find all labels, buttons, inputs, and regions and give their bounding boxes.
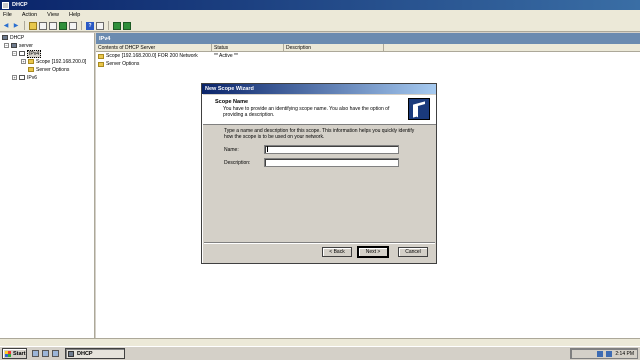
volume-icon[interactable] bbox=[606, 350, 613, 357]
task-label: DHCP bbox=[77, 350, 93, 357]
back-arrow-icon[interactable]: ◀ bbox=[2, 22, 10, 30]
description-field[interactable] bbox=[264, 158, 399, 167]
ipv6-icon bbox=[19, 75, 25, 80]
windows-logo-icon bbox=[5, 350, 11, 357]
next-button[interactable]: Next > bbox=[357, 246, 389, 258]
forward-arrow-icon[interactable]: ▶ bbox=[12, 22, 20, 30]
new-scope-wizard-dialog: New Scope Wizard Scope Name You have to … bbox=[201, 83, 437, 264]
toolbar-separator bbox=[108, 21, 109, 30]
wizard-heading: Scope Name bbox=[215, 99, 249, 105]
collapse-toggle-icon[interactable]: − bbox=[12, 51, 17, 56]
properties-icon[interactable] bbox=[49, 21, 57, 30]
status-bar bbox=[0, 338, 640, 346]
wizard-book-icon bbox=[408, 98, 430, 120]
name-field[interactable] bbox=[264, 145, 399, 154]
tree-label: Server Options bbox=[36, 66, 70, 73]
server-icon bbox=[11, 43, 17, 48]
list-item[interactable]: Scope [192.168.200.0] FOR 200 Network **… bbox=[96, 52, 640, 60]
dhcp-icon bbox=[2, 35, 8, 40]
tree-item-server-options[interactable]: Server Options bbox=[28, 66, 69, 73]
help-icon[interactable]: ? bbox=[86, 21, 94, 30]
wizard-instructions: Type a name and description for this sco… bbox=[224, 128, 415, 140]
menu-help[interactable]: Help bbox=[69, 12, 80, 18]
toolbar: ◀ ▶ ? bbox=[0, 20, 640, 32]
dialog-title: New Scope Wizard bbox=[202, 84, 436, 94]
menu-action[interactable]: Action bbox=[22, 12, 37, 18]
text-cursor bbox=[267, 146, 268, 152]
item-name: Scope [192.168.200.0] FOR 200 Network bbox=[106, 53, 198, 59]
wizard-subheading: You have to provide an identifying scope… bbox=[223, 106, 390, 118]
tree-label: IPv4 bbox=[27, 49, 42, 58]
tree-item-scope[interactable]: + Scope [192.168.200.0] bbox=[21, 58, 86, 65]
ipv4-icon bbox=[19, 51, 25, 56]
network-icon[interactable] bbox=[597, 350, 604, 357]
description-label: Description: bbox=[224, 160, 251, 166]
powershell-icon[interactable] bbox=[42, 350, 49, 357]
column-header-description[interactable]: Description bbox=[284, 44, 384, 51]
clock[interactable]: 2:14 PM bbox=[615, 351, 634, 357]
collapse-toggle-icon[interactable]: − bbox=[4, 43, 9, 48]
console-tree: DHCP − server − IPv4 + Scope [192.168.20… bbox=[0, 33, 95, 338]
refresh-icon[interactable] bbox=[59, 21, 67, 30]
dialog-separator bbox=[204, 242, 435, 244]
dhcp-app-icon bbox=[68, 350, 74, 357]
column-header-contents[interactable]: Contents of DHCP Server bbox=[96, 44, 212, 51]
show-tree-icon[interactable] bbox=[39, 21, 47, 30]
taskbar-dhcp-button[interactable]: DHCP bbox=[65, 348, 125, 359]
toolbar-separator bbox=[24, 21, 25, 30]
list-item[interactable]: Server Options bbox=[96, 60, 640, 68]
explorer-icon[interactable] bbox=[52, 350, 59, 357]
tree-item-dhcp[interactable]: DHCP bbox=[2, 34, 24, 41]
server-options-folder-icon bbox=[98, 61, 104, 67]
start-button[interactable]: Start bbox=[2, 348, 27, 359]
export-icon[interactable] bbox=[69, 21, 77, 30]
tree-item-ipv4[interactable]: − IPv4 bbox=[12, 49, 42, 58]
quick-launch bbox=[32, 350, 59, 357]
tree-label: IPv6 bbox=[27, 74, 38, 81]
monitor-icon[interactable] bbox=[113, 21, 121, 30]
system-tray: 2:14 PM bbox=[570, 348, 638, 359]
wizard-header: Scope Name You have to provide an identi… bbox=[203, 95, 436, 125]
tree-item-server[interactable]: − server bbox=[4, 42, 33, 49]
expand-toggle-icon[interactable]: + bbox=[21, 59, 26, 64]
console-icon[interactable] bbox=[96, 21, 104, 30]
details-header: IPv4 bbox=[96, 33, 640, 44]
window-title: DHCP bbox=[12, 2, 28, 8]
menu-view[interactable]: View bbox=[47, 12, 59, 18]
toolbar-separator bbox=[81, 21, 82, 30]
up-folder-icon[interactable] bbox=[29, 21, 37, 30]
tree-label: server bbox=[19, 42, 33, 49]
column-header-status[interactable]: Status bbox=[212, 44, 284, 51]
server-manager-icon[interactable] bbox=[32, 350, 39, 357]
back-button[interactable]: < Back bbox=[322, 247, 352, 257]
start-label: Start bbox=[13, 350, 26, 357]
tree-label: Scope [192.168.200.0] bbox=[36, 58, 87, 65]
name-label: Name: bbox=[224, 147, 239, 153]
item-name: Server Options bbox=[106, 61, 140, 67]
dhcp-app-icon bbox=[2, 1, 9, 9]
expand-toggle-icon[interactable]: + bbox=[12, 75, 17, 80]
cancel-button[interactable]: Cancel bbox=[398, 247, 428, 257]
server-options-folder-icon bbox=[28, 67, 34, 72]
item-status: ** Active ** bbox=[214, 53, 238, 59]
window-title-bar: DHCP bbox=[0, 0, 640, 10]
menu-file[interactable]: File bbox=[3, 12, 12, 18]
taskbar: Start DHCP 2:14 PM bbox=[0, 346, 640, 360]
tree-label: DHCP bbox=[10, 34, 25, 41]
menu-bar: File Action View Help bbox=[0, 10, 640, 20]
scope-folder-icon bbox=[28, 59, 34, 64]
column-headers: Contents of DHCP Server Status Descripti… bbox=[96, 44, 640, 52]
screen-icon[interactable] bbox=[123, 21, 131, 30]
tree-item-ipv6[interactable]: + IPv6 bbox=[12, 74, 37, 81]
scope-folder-icon bbox=[98, 53, 104, 59]
